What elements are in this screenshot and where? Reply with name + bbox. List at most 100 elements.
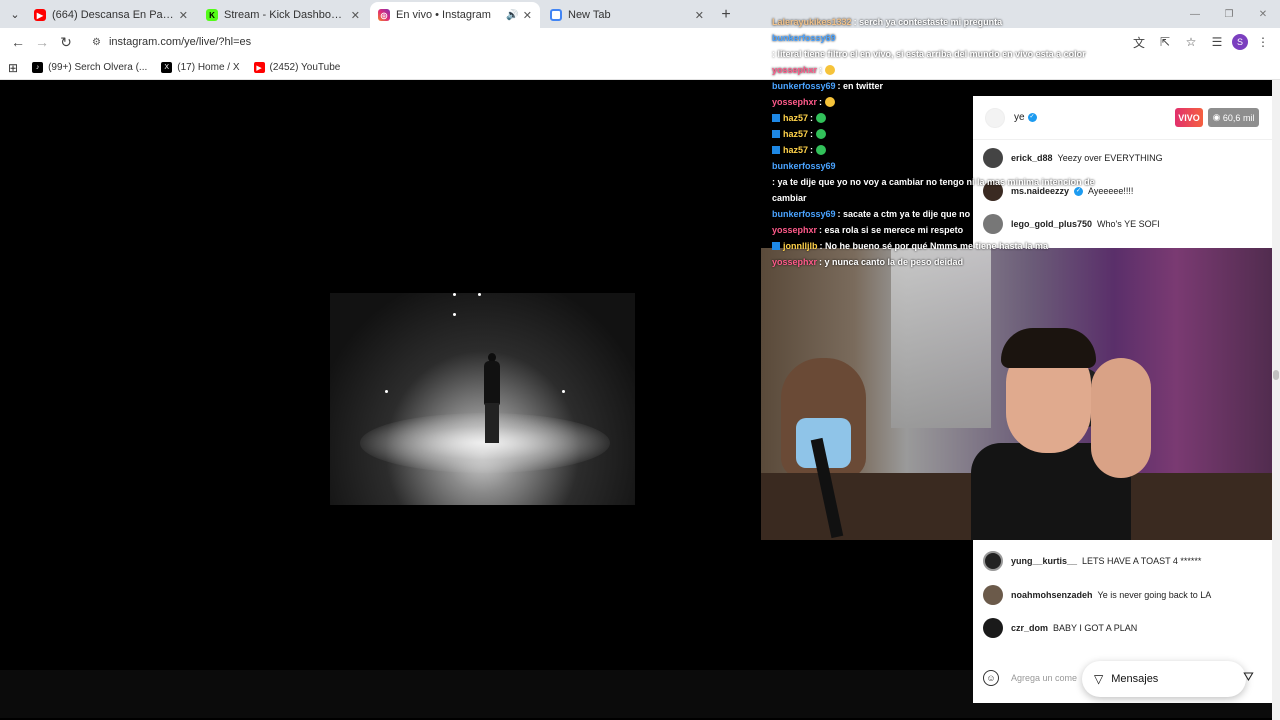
chat-username[interactable]: bunkerfossy69 bbox=[772, 30, 836, 46]
tab-youtube[interactable]: ▶ (664) Descansa En Paz Abuela ✕ bbox=[26, 2, 196, 28]
filter-options-icon[interactable]: ⛛ bbox=[1243, 669, 1254, 685]
screen: ⌄ ▶ (664) Descansa En Paz Abuela ✕ K Str… bbox=[0, 0, 1280, 720]
toolbar-actions: 文 ⇱ ☆ ☰ S ⋮ bbox=[1128, 32, 1274, 52]
apps-grid-icon[interactable]: ⊞ bbox=[8, 61, 18, 75]
chat-text: : bbox=[819, 97, 823, 107]
close-icon[interactable]: ✕ bbox=[179, 9, 188, 22]
new-tab-plus-icon[interactable]: + bbox=[714, 2, 738, 28]
bookmark-x[interactable]: X (17) Home / X bbox=[161, 62, 240, 73]
chat-text: : en twitter bbox=[837, 81, 884, 91]
chat-username[interactable]: yossephxr bbox=[772, 62, 817, 78]
comment-username[interactable]: noahmohsenzadeh bbox=[1011, 590, 1093, 600]
avatar[interactable] bbox=[983, 551, 1003, 571]
chat-username[interactable]: haz57 bbox=[783, 142, 808, 158]
chat-message: yossephxr: esa rola si se merece mi resp… bbox=[768, 222, 1108, 238]
tab-kick-dashboard[interactable]: K Stream - Kick Dashboard ✕ bbox=[198, 2, 368, 28]
stage-light bbox=[478, 293, 481, 296]
tab-new-tab[interactable]: New Tab ✕ bbox=[542, 2, 712, 28]
chat-text: : bbox=[810, 129, 814, 139]
chat-text: : sacate a ctm ya te dije que no bbox=[837, 209, 971, 219]
chat-text: : serch ya contestaste mi pregunta bbox=[853, 17, 1003, 27]
bookmark-label: (2452) YouTube bbox=[269, 62, 341, 73]
chat-message: yossephxr: bbox=[768, 62, 1108, 78]
avatar[interactable] bbox=[983, 618, 1003, 638]
avatar[interactable] bbox=[983, 585, 1003, 605]
chat-text: : No he bueno sé por qué Nmms me tiene h… bbox=[819, 241, 1049, 251]
more-menu-icon[interactable]: ⋮ bbox=[1252, 32, 1274, 52]
chat-message: haz57: bbox=[768, 126, 1108, 142]
kick-icon: K bbox=[206, 9, 218, 21]
chat-text: : literal tiene filtro el en vivo, si es… bbox=[772, 49, 1086, 59]
site-info-icon[interactable]: ⚙ bbox=[92, 37, 101, 48]
chat-text: : bbox=[819, 65, 823, 75]
tab-title: En vivo • Instagram bbox=[396, 9, 491, 21]
chat-username[interactable]: haz57 bbox=[783, 110, 808, 126]
chat-text: : esa rola si se merece mi respeto bbox=[819, 225, 964, 235]
chat-username[interactable]: yossephxr bbox=[772, 254, 817, 270]
youtube-icon: ▶ bbox=[253, 62, 265, 73]
cast-icon[interactable]: ⇱ bbox=[1154, 32, 1176, 52]
emoji-icon[interactable]: ☺ bbox=[983, 670, 999, 686]
chat-text: : y nunca canto la de peso deidad bbox=[819, 257, 964, 267]
tab-search-chevron-icon[interactable]: ⌄ bbox=[4, 0, 26, 28]
maximize-icon[interactable]: ❐ bbox=[1212, 0, 1246, 28]
tab-instagram-live[interactable]: ◎ En vivo • Instagram 🔊 ✕ bbox=[370, 2, 540, 28]
live-video-frame[interactable] bbox=[330, 293, 635, 505]
chat-username[interactable]: Lalerayukikes1332 bbox=[772, 14, 852, 30]
speaker-icon[interactable]: 🔊 bbox=[506, 10, 518, 21]
emoji-emote-icon bbox=[825, 65, 836, 75]
subscriber-badge-icon bbox=[772, 146, 780, 154]
comment-input[interactable]: Agrega un come bbox=[1011, 673, 1077, 683]
chat-username[interactable]: yossephxr bbox=[772, 94, 817, 110]
chat-message: yossephxr: bbox=[768, 94, 1108, 110]
forward-arrow-icon[interactable]: → bbox=[30, 30, 54, 54]
chat-username[interactable]: bunkerfossy69 bbox=[772, 78, 836, 94]
chat-username[interactable]: haz57 bbox=[783, 126, 808, 142]
reload-icon[interactable]: ↻ bbox=[54, 30, 78, 54]
subscriber-badge-icon bbox=[772, 242, 780, 250]
performer-silhouette bbox=[482, 353, 502, 443]
x-icon: X bbox=[161, 62, 173, 73]
scrollbar-thumb[interactable] bbox=[1273, 370, 1279, 380]
close-icon[interactable]: ✕ bbox=[523, 9, 532, 22]
back-arrow-icon[interactable]: ← bbox=[6, 30, 30, 54]
chat-message: bunkerfossy69: en twitter bbox=[768, 78, 1108, 94]
bookmark-youtube[interactable]: ▶ (2452) YouTube bbox=[253, 62, 341, 73]
chat-username[interactable]: jonnlljlb bbox=[783, 238, 818, 254]
comment-username[interactable]: czr_dom bbox=[1011, 623, 1048, 633]
tab-title: New Tab bbox=[568, 9, 611, 21]
bookmark-tiktok[interactable]: ♪ (99+) Serch Olvera (... bbox=[32, 62, 147, 73]
minimize-icon[interactable]: — bbox=[1178, 0, 1212, 28]
chat-message: yossephxr: y nunca canto la de peso deid… bbox=[768, 254, 1108, 270]
bookmark-star-icon[interactable]: ☆ bbox=[1180, 32, 1202, 52]
close-icon[interactable]: ✕ bbox=[695, 9, 704, 22]
comment-text: LETS HAVE A TOAST 4 ****** bbox=[1082, 556, 1202, 566]
live-badge: VIVO bbox=[1175, 108, 1203, 127]
viewer-count: ◉ 60,6 mil bbox=[1208, 108, 1259, 127]
chat-username[interactable]: yossephxr bbox=[772, 222, 817, 238]
whatsapp-emote-icon bbox=[816, 113, 827, 123]
close-icon[interactable]: ✕ bbox=[351, 9, 360, 22]
eye-icon: ◉ bbox=[1212, 112, 1223, 122]
profile-avatar[interactable]: S bbox=[1232, 34, 1248, 50]
emoji-emote-icon bbox=[825, 97, 836, 107]
stage-light bbox=[562, 390, 565, 393]
chat-username[interactable]: bunkerfossy69 bbox=[772, 206, 836, 222]
chat-username[interactable]: bunkerfossy69 bbox=[772, 158, 836, 174]
page-scrollbar[interactable] bbox=[1272, 80, 1280, 720]
chat-message: bunkerfossy69 : literal tiene filtro el e… bbox=[768, 30, 1108, 62]
reading-list-icon[interactable]: ☰ bbox=[1206, 32, 1228, 52]
close-window-icon[interactable]: ✕ bbox=[1246, 0, 1280, 28]
window-controls: — ❐ ✕ bbox=[1178, 0, 1280, 28]
messages-button[interactable]: ▽ Mensajes bbox=[1082, 661, 1246, 697]
comment-row: czr_dom BABY I GOT A PLAN bbox=[983, 618, 1137, 638]
chat-text: : ya te dije que yo no voy a cambiar no … bbox=[772, 177, 1095, 203]
bookmark-label: (17) Home / X bbox=[177, 62, 240, 73]
webcam-overlay bbox=[761, 248, 1280, 540]
stage-light bbox=[453, 293, 456, 296]
instagram-icon: ◎ bbox=[378, 9, 390, 21]
chat-text: : bbox=[810, 113, 814, 123]
translate-icon[interactable]: 文 bbox=[1128, 32, 1150, 52]
tiktok-icon: ♪ bbox=[32, 62, 44, 73]
comment-username[interactable]: yung__kurtis__ bbox=[1011, 556, 1077, 566]
